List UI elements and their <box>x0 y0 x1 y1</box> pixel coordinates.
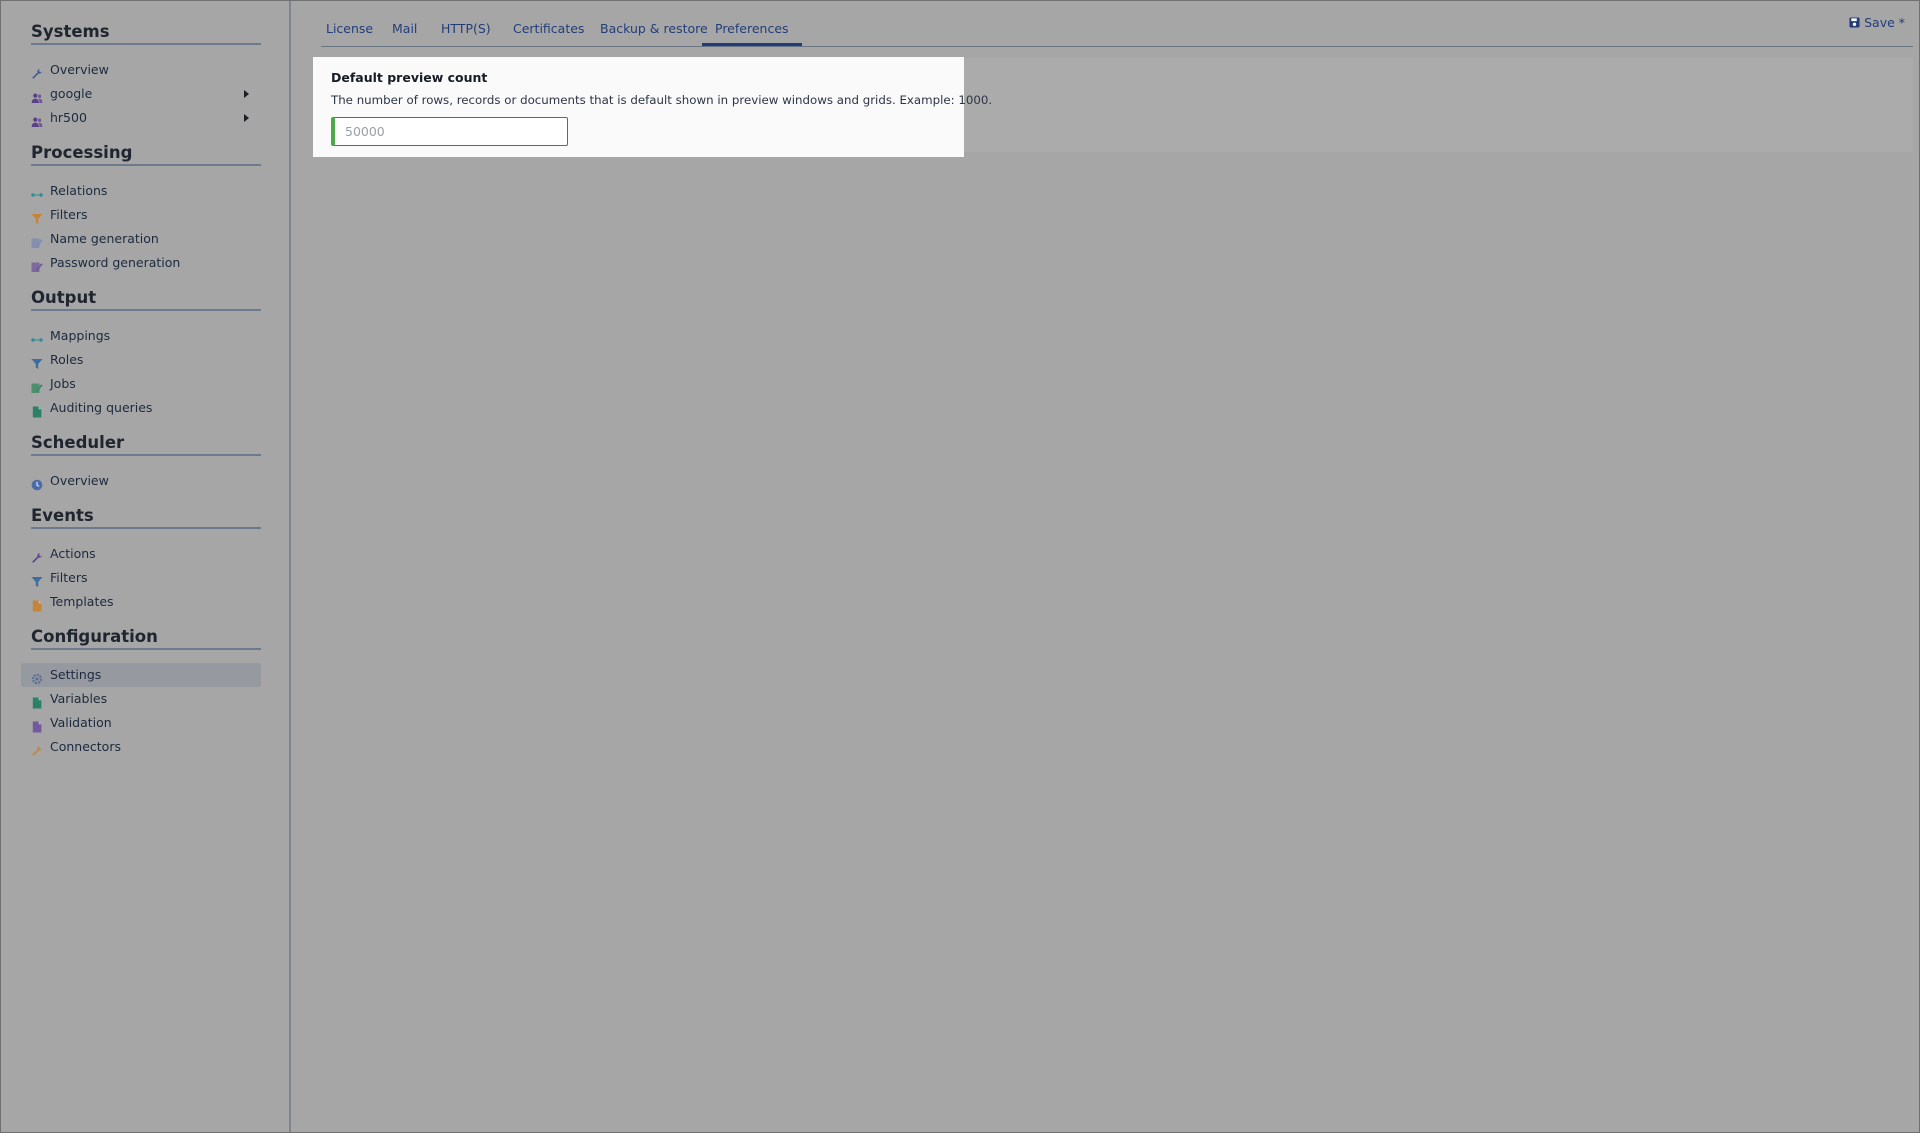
sidebar: Systems Overview google hr500 Processing Rela… <box>1 1 291 1132</box>
filter-icon <box>31 354 43 369</box>
sidebar-item-events-templates[interactable]: Templates <box>21 590 261 614</box>
gear-icon <box>31 669 43 685</box>
users-icon <box>31 112 43 127</box>
sidebar-item-label: Mappings <box>50 328 111 343</box>
section-title: Systems <box>31 19 261 45</box>
sidebar-item-configuration-variables[interactable]: Variables <box>21 687 261 711</box>
save-label: Save * <box>1864 15 1905 30</box>
tab-certificates[interactable]: Certificates <box>513 11 584 47</box>
section-title: Processing <box>31 140 261 166</box>
sidebar-section-processing: Processing Relations Filters Name generatio… <box>31 140 261 275</box>
sidebar-item-label: Connectors <box>50 739 121 754</box>
sidebar-section-output: Output Mappings Roles Jobs Auditing queries <box>31 285 261 420</box>
sidebar-section-scheduler: Scheduler Overview <box>31 430 261 493</box>
sidebar-item-label: Templates <box>50 594 114 609</box>
document-icon <box>31 693 43 709</box>
sidebar-item-label: Overview <box>50 473 109 488</box>
section-title: Events <box>31 503 261 529</box>
save-button[interactable]: Save * <box>1849 15 1905 30</box>
sidebar-item-output-jobs[interactable]: Jobs <box>21 372 261 396</box>
sidebar-item-processing-name-generation[interactable]: Name generation <box>21 227 261 251</box>
tab-license[interactable]: License <box>326 11 373 47</box>
section-title: Scheduler <box>31 430 261 456</box>
tab-http-s[interactable]: HTTP(S) <box>441 11 491 47</box>
relations-icon <box>31 185 43 197</box>
sidebar-item-label: Relations <box>50 183 108 198</box>
tab-preferences[interactable]: Preferences <box>702 11 802 46</box>
sidebar-item-processing-password-generation[interactable]: Password generation <box>21 251 261 275</box>
sidebar-item-label: Auditing queries <box>50 400 153 415</box>
main-content: License Mail HTTP(S) Certificates Backup & r… <box>293 1 1919 1132</box>
sidebar-item-label: Validation <box>50 715 112 730</box>
sidebar-item-label: google <box>50 86 93 101</box>
sidebar-item-label: Password generation <box>50 255 181 270</box>
sidebar-item-systems-google[interactable]: google <box>21 82 261 106</box>
chevron-right-icon[interactable] <box>244 90 249 98</box>
floppy-disk-icon <box>1849 17 1860 28</box>
sidebar-item-label: Name generation <box>50 231 159 246</box>
sidebar-item-label: Filters <box>50 570 88 585</box>
section-items: Actions Filters Templates <box>31 542 261 614</box>
wrench-icon <box>31 741 43 756</box>
sidebar-item-label: Overview <box>50 62 109 77</box>
clock-icon <box>31 475 43 491</box>
sidebar-item-configuration-settings[interactable]: Settings <box>21 663 261 687</box>
relations-icon <box>31 330 43 342</box>
sidebar-item-configuration-validation[interactable]: Validation <box>21 711 261 735</box>
sidebar-item-label: Jobs <box>50 376 76 391</box>
edit-icon <box>31 257 43 272</box>
sidebar-item-configuration-connectors[interactable]: Connectors <box>21 735 261 759</box>
field-description: The number of rows, records or documents… <box>331 93 993 107</box>
section-items: Mappings Roles Jobs Auditing queries <box>31 324 261 420</box>
document-icon <box>31 402 43 418</box>
sidebar-item-processing-relations[interactable]: Relations <box>21 179 261 203</box>
sidebar-item-label: Variables <box>50 691 108 706</box>
sidebar-section-systems: Systems Overview google hr500 <box>31 19 261 130</box>
section-items: Relations Filters Name generation Password … <box>31 179 261 275</box>
field-label: Default preview count <box>331 70 488 85</box>
sidebar-section-configuration: Configuration Settings Variables Validation… <box>21 624 261 759</box>
sidebar-section-events: Events Actions Filters Templates <box>31 503 261 614</box>
sidebar-item-label: Settings <box>50 667 102 682</box>
wrench-icon <box>31 548 43 563</box>
preferences-panel: Default preview count The number of rows… <box>313 57 993 157</box>
sidebar-item-events-actions[interactable]: Actions <box>21 542 261 566</box>
chevron-right-icon[interactable] <box>244 114 249 122</box>
sidebar-item-scheduler-overview[interactable]: Overview <box>21 469 261 493</box>
sidebar-item-events-filters[interactable]: Filters <box>21 566 261 590</box>
preview-count-input[interactable] <box>345 124 567 139</box>
sidebar-item-processing-filters[interactable]: Filters <box>21 203 261 227</box>
sidebar-item-label: hr500 <box>50 110 87 125</box>
section-title: Output <box>31 285 261 311</box>
document-icon <box>31 596 43 612</box>
sidebar-item-label: Filters <box>50 207 88 222</box>
sidebar-item-output-auditing-queries[interactable]: Auditing queries <box>21 396 261 420</box>
users-icon <box>31 88 43 103</box>
sidebar-item-label: Roles <box>50 352 84 367</box>
tab-mail[interactable]: Mail <box>392 11 417 47</box>
document-icon <box>31 717 43 733</box>
sidebar-item-label: Actions <box>50 546 96 561</box>
filter-icon <box>31 209 43 224</box>
section-items: Overview google hr500 <box>31 58 261 130</box>
section-items: Settings Variables Validation Connectors <box>21 663 261 759</box>
edit-icon <box>31 378 43 393</box>
sidebar-item-systems-hr500[interactable]: hr500 <box>21 106 261 130</box>
wrench-icon <box>31 64 43 79</box>
app-window: Systems Overview google hr500 Processing Rela… <box>0 0 1920 1133</box>
preview-count-field <box>331 117 568 146</box>
section-items: Overview <box>31 469 261 493</box>
section-title: Configuration <box>31 624 261 650</box>
filter-icon <box>31 572 43 587</box>
sidebar-item-output-mappings[interactable]: Mappings <box>21 324 261 348</box>
sidebar-item-systems-overview[interactable]: Overview <box>21 58 261 82</box>
tab-bar: License Mail HTTP(S) Certificates Backup & r… <box>321 11 1913 47</box>
sidebar-item-output-roles[interactable]: Roles <box>21 348 261 372</box>
tab-backup-restore[interactable]: Backup & restore <box>600 11 708 47</box>
edit-icon <box>31 233 43 248</box>
